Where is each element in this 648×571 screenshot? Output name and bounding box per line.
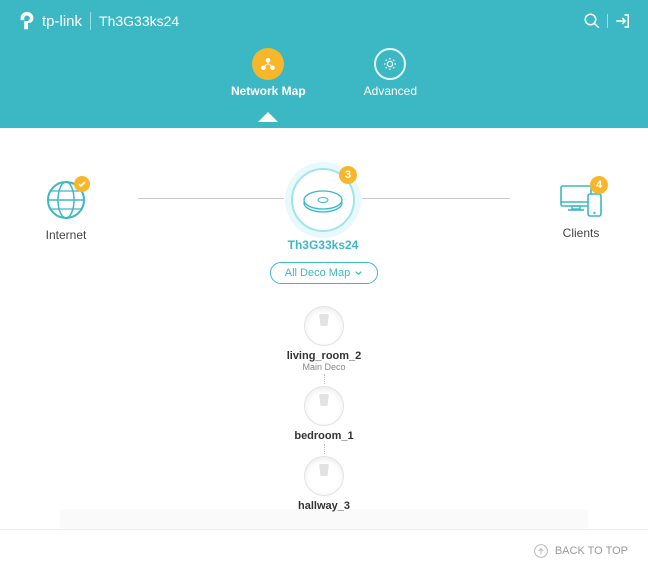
header: tp-link Th3G33ks24 Network Map Advanced xyxy=(0,0,648,128)
tab-label: Advanced xyxy=(364,84,417,98)
deco-disk-icon xyxy=(304,456,344,496)
tab-network-map[interactable]: Network Map xyxy=(231,48,306,98)
deco-count-badge: 3 xyxy=(339,166,357,184)
deco-item[interactable]: bedroom_1 xyxy=(294,386,353,442)
clients-count-badge: 4 xyxy=(590,176,608,194)
tabs: Network Map Advanced xyxy=(0,48,648,98)
node-label: Clients xyxy=(563,226,600,240)
divider xyxy=(607,14,608,28)
advanced-icon xyxy=(374,48,406,80)
arrow-up-icon xyxy=(533,543,549,559)
clients-node[interactable]: 4 Clients xyxy=(554,180,608,240)
header-top: tp-link Th3G33ks24 xyxy=(0,0,648,42)
back-to-top-button[interactable]: BACK TO TOP xyxy=(533,543,628,559)
main-deco-node[interactable]: 3 Th3G33ks24 xyxy=(284,168,363,252)
deco-list: living_room_2 Main Deco bedroom_1 hallwa… xyxy=(40,306,608,512)
network-map-row: Internet 3 Th3G33ks24 4 Clients xyxy=(40,168,608,252)
node-label: Internet xyxy=(46,228,87,242)
deco-icon: 3 xyxy=(291,168,355,232)
brand-logo: tp-link xyxy=(16,10,82,32)
deco-item[interactable]: hallway_3 xyxy=(298,456,350,512)
tab-advanced[interactable]: Advanced xyxy=(364,48,417,98)
all-deco-map-button[interactable]: All Deco Map xyxy=(270,262,378,284)
header-actions xyxy=(583,12,632,30)
connector xyxy=(324,374,325,384)
back-to-top-label: BACK TO TOP xyxy=(555,545,628,557)
globe-icon xyxy=(44,178,88,222)
logout-icon[interactable] xyxy=(614,12,632,30)
tab-label: Network Map xyxy=(231,84,306,98)
connector xyxy=(324,444,325,454)
logo-area: tp-link Th3G33ks24 xyxy=(16,10,179,32)
deco-disk-icon xyxy=(304,306,344,346)
deco-name: living_room_2 xyxy=(287,350,362,362)
deco-item[interactable]: living_room_2 Main Deco xyxy=(287,306,362,372)
network-name: Th3G33ks24 xyxy=(99,13,179,29)
footer-shadow xyxy=(60,509,588,529)
status-check-icon xyxy=(74,176,90,192)
clients-icon: 4 xyxy=(558,180,604,220)
divider xyxy=(90,12,91,30)
node-label: Th3G33ks24 xyxy=(288,238,359,252)
footer: BACK TO TOP xyxy=(0,529,648,571)
chevron-down-icon xyxy=(354,269,363,278)
button-label: All Deco Map xyxy=(285,267,350,279)
deco-name: bedroom_1 xyxy=(294,430,353,442)
internet-node[interactable]: Internet xyxy=(40,178,92,242)
deco-subtitle: Main Deco xyxy=(302,362,345,372)
search-icon[interactable] xyxy=(583,12,601,30)
brand-text: tp-link xyxy=(42,13,82,30)
deco-disk-icon xyxy=(304,386,344,426)
content: Internet 3 Th3G33ks24 4 Clients All Deco… xyxy=(0,128,648,512)
network-map-icon xyxy=(252,48,284,80)
tplink-icon xyxy=(16,10,38,32)
